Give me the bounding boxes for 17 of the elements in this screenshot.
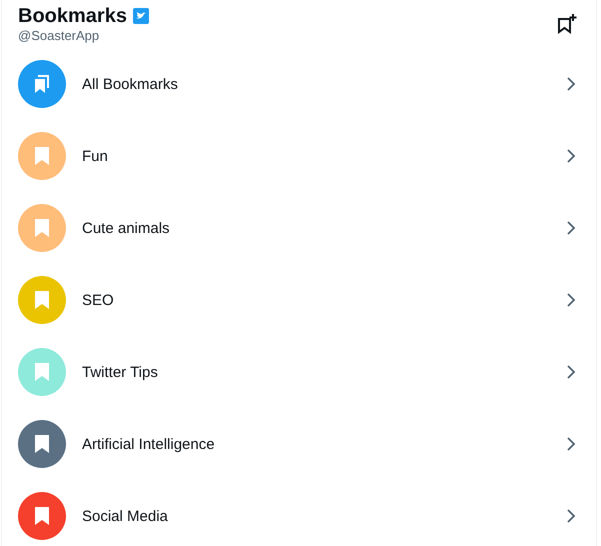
account-handle: @SoasterApp [18,28,100,44]
bookmark-folder-item[interactable]: Cute animals [2,192,596,264]
verified-icon [132,8,149,24]
bookmark-icon [34,146,50,166]
bookmark-icon [34,362,50,382]
bookmark-folder-item[interactable]: Twitter Tips [2,336,596,408]
bookmark-folder-item[interactable]: Social Media [2,480,596,546]
bookmark-folder-item[interactable]: All Bookmarks [2,48,596,120]
bookmark-icon [34,434,50,454]
bookmark-icon [34,290,50,310]
bookmark-folder-item[interactable]: SEO [2,264,596,336]
new-folder-button[interactable] [555,12,579,36]
bookmark-icon [34,218,50,238]
bookmark-folder-item[interactable]: Fun [2,120,596,192]
page-title: Bookmarks [18,4,127,28]
bookmark-icon [34,506,50,526]
bookmark-folder-item[interactable]: Artificial Intelligence [2,408,596,480]
